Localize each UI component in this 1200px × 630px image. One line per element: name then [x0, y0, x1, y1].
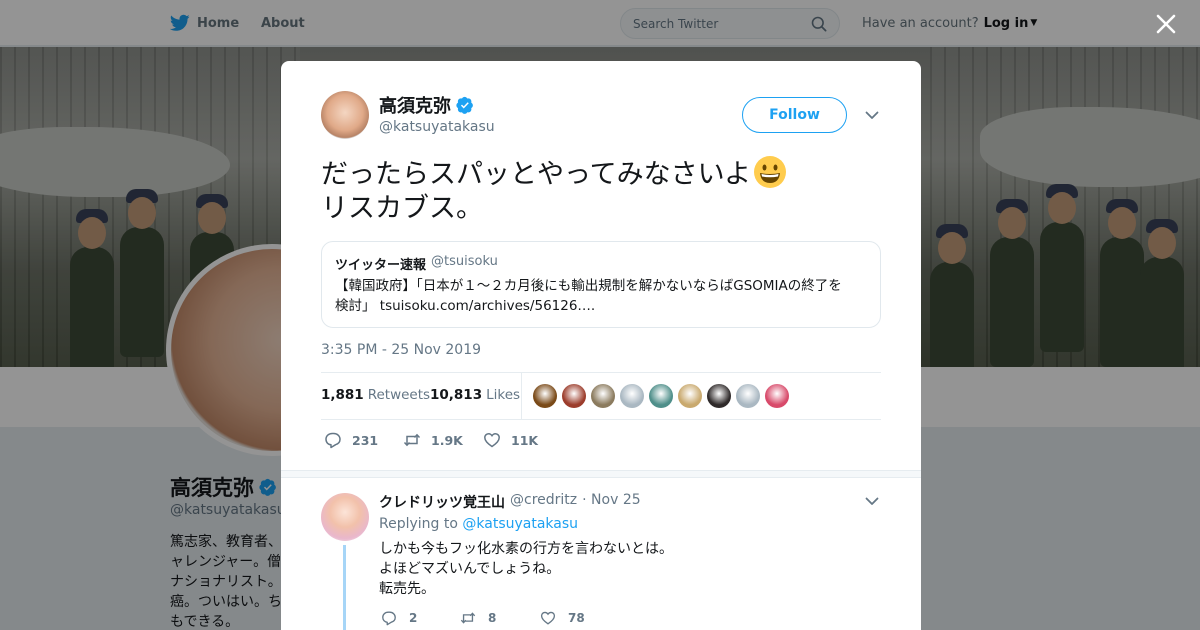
tweet-author-name-text: 高須克弥	[379, 96, 451, 117]
reply-date[interactable]: · Nov 25	[582, 492, 641, 512]
tweet-modal: 高須克弥 @katsuyatakasu Follow だったらスパッとやってみな…	[281, 61, 921, 630]
like-action-count: 11K	[511, 432, 539, 448]
liker-avatar[interactable]	[649, 384, 673, 408]
replying-to-handle[interactable]: @katsuyatakasu	[462, 516, 578, 532]
reply-text-line: しかも今もフッ化水素の行方を言わないとは。	[379, 541, 673, 557]
reply-text-line: よほどマズいんでしょうね。	[379, 561, 561, 577]
like-label: Likes	[486, 387, 521, 403]
reply-icon	[325, 432, 341, 449]
liker-avatar[interactable]	[533, 384, 557, 408]
reply-actions: 2 8 78	[381, 610, 781, 630]
quoted-author-name: ツイッター速報	[335, 258, 427, 273]
liker-avatar[interactable]	[765, 384, 789, 408]
quoted-tweet[interactable]: ツイッター速報 @tsuisoku 【韓国政府】「日本が１～２カ月後にも輸出規制…	[321, 241, 881, 328]
reply-retweet-action[interactable]: 8	[460, 610, 496, 626]
reply-author-name[interactable]: クレドリッツ覚王山	[379, 492, 505, 512]
reply-action[interactable]: 231	[324, 431, 378, 449]
chevron-down-icon[interactable]	[864, 107, 880, 123]
heart-icon	[540, 611, 556, 625]
tweet-timestamp[interactable]: 3:35 PM - 25 Nov 2019	[321, 342, 481, 358]
liker-avatars	[533, 384, 794, 408]
retweet-action-count: 1.9K	[431, 432, 463, 448]
quoted-text-line: 検討」 tsuisoku.com/archives/56126….	[335, 298, 596, 314]
tweet-author-avatar[interactable]	[321, 91, 369, 139]
liker-avatar[interactable]	[591, 384, 615, 408]
reply-like-action[interactable]: 78	[540, 610, 585, 626]
quoted-author-handle: @tsuisoku	[431, 254, 498, 269]
reply-count: 231	[352, 432, 379, 448]
reply-like-count: 78	[568, 611, 585, 625]
tweet-author-handle[interactable]: @katsuyatakasu	[379, 119, 495, 135]
reply-reply-count: 2	[409, 611, 418, 625]
reply-reply-action[interactable]: 2	[381, 610, 417, 626]
tweet-author-name[interactable]: 高須克弥	[379, 92, 474, 118]
reply-text: しかも今もフッ化水素の行方を言わないとは。 よほどマズいんでしょうね。 転売先。	[379, 539, 673, 599]
like-stat[interactable]: 10,813 Likes	[430, 387, 520, 403]
liker-avatar[interactable]	[678, 384, 702, 408]
close-icon[interactable]	[1152, 10, 1180, 38]
retweet-count: 1,881	[321, 387, 364, 403]
heart-icon	[484, 432, 500, 448]
tweet-text-line: リスカブス。	[321, 193, 483, 224]
tweet-actions: 231 1.9K 11K	[321, 431, 881, 453]
reply-author-handle[interactable]: @credritz	[510, 492, 577, 512]
chevron-down-icon[interactable]	[864, 493, 880, 509]
replying-to: Replying to @katsuyatakasu	[379, 516, 578, 532]
liker-avatar[interactable]	[736, 384, 760, 408]
replying-prefix: Replying to	[379, 516, 458, 532]
grinning-face-emoji-icon	[754, 156, 787, 188]
like-action[interactable]: 11K	[483, 431, 538, 449]
reply-header: クレドリッツ覚王山 @credritz · Nov 25	[379, 492, 641, 512]
tweet-text: だったらスパッとやってみなさいよ リスカブス。	[321, 155, 881, 226]
tweet-text-line: だったらスパッとやってみなさいよ	[321, 159, 752, 190]
liker-avatar[interactable]	[562, 384, 586, 408]
quoted-tweet-text: 【韓国政府】「日本が１～２カ月後にも輸出規制を解かないならばGSOMIAの終了を…	[335, 276, 867, 316]
liker-avatar[interactable]	[620, 384, 644, 408]
reply-retweet-count: 8	[488, 611, 497, 625]
reply-author-avatar[interactable]	[321, 493, 369, 541]
stats-divider	[521, 373, 522, 419]
follow-button[interactable]: Follow	[742, 97, 847, 133]
thread-line	[343, 545, 346, 630]
retweet-icon	[403, 433, 421, 447]
replies-divider	[281, 470, 921, 478]
quoted-tweet-header: ツイッター速報 @tsuisoku	[335, 254, 867, 273]
retweet-stat[interactable]: 1,881 Retweets	[321, 387, 430, 403]
like-count: 10,813	[430, 387, 483, 403]
reply-text-line: 転売先。	[379, 581, 435, 597]
quoted-text-line: 【韓国政府】「日本が１～２カ月後にも輸出規制を解かないならばGSOMIAの終了を	[335, 278, 842, 294]
reply-icon	[382, 611, 396, 626]
tweet-stats: 1,881 Retweets 10,813 Likes	[321, 372, 881, 420]
retweet-icon	[460, 612, 476, 624]
verified-badge-icon	[456, 96, 473, 114]
retweet-action[interactable]: 1.9K	[403, 431, 463, 449]
retweet-label: Retweets	[367, 387, 431, 403]
liker-avatar[interactable]	[707, 384, 731, 408]
